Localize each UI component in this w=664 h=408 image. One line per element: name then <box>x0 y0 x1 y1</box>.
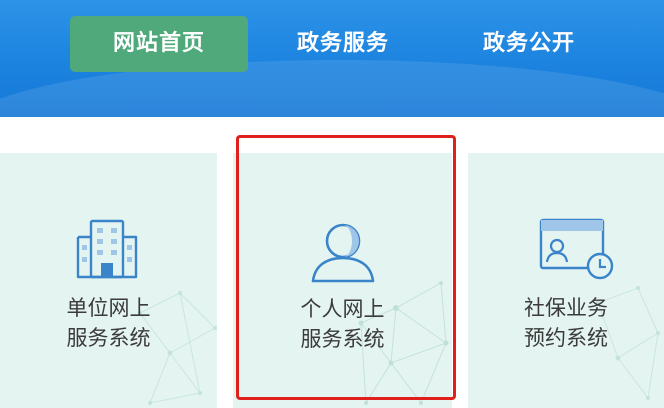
card-personal-online-service[interactable]: 个人网上 服务系统 <box>233 153 452 408</box>
top-navigation-bar: 网站首页 政务服务 政务公开 <box>0 0 664 117</box>
nav-item-home[interactable]: 网站首页 <box>70 16 248 72</box>
office-building-icon <box>76 219 138 279</box>
card-social-security-appointment[interactable]: 社保业务 预约系统 <box>468 153 664 408</box>
nav-item-government-disclosure[interactable]: 政务公开 <box>448 16 610 72</box>
card-label: 单位网上 服务系统 <box>66 296 151 350</box>
card-label: 个人网上 服务系统 <box>300 297 385 351</box>
nav-item-government-services[interactable]: 政务服务 <box>262 16 424 72</box>
card-unit-online-service[interactable]: 单位网上 服务系统 <box>0 153 217 408</box>
person-user-icon <box>311 223 375 283</box>
appointment-calendar-clock-icon <box>539 218 614 280</box>
card-label: 社保业务 预约系统 <box>524 296 608 350</box>
